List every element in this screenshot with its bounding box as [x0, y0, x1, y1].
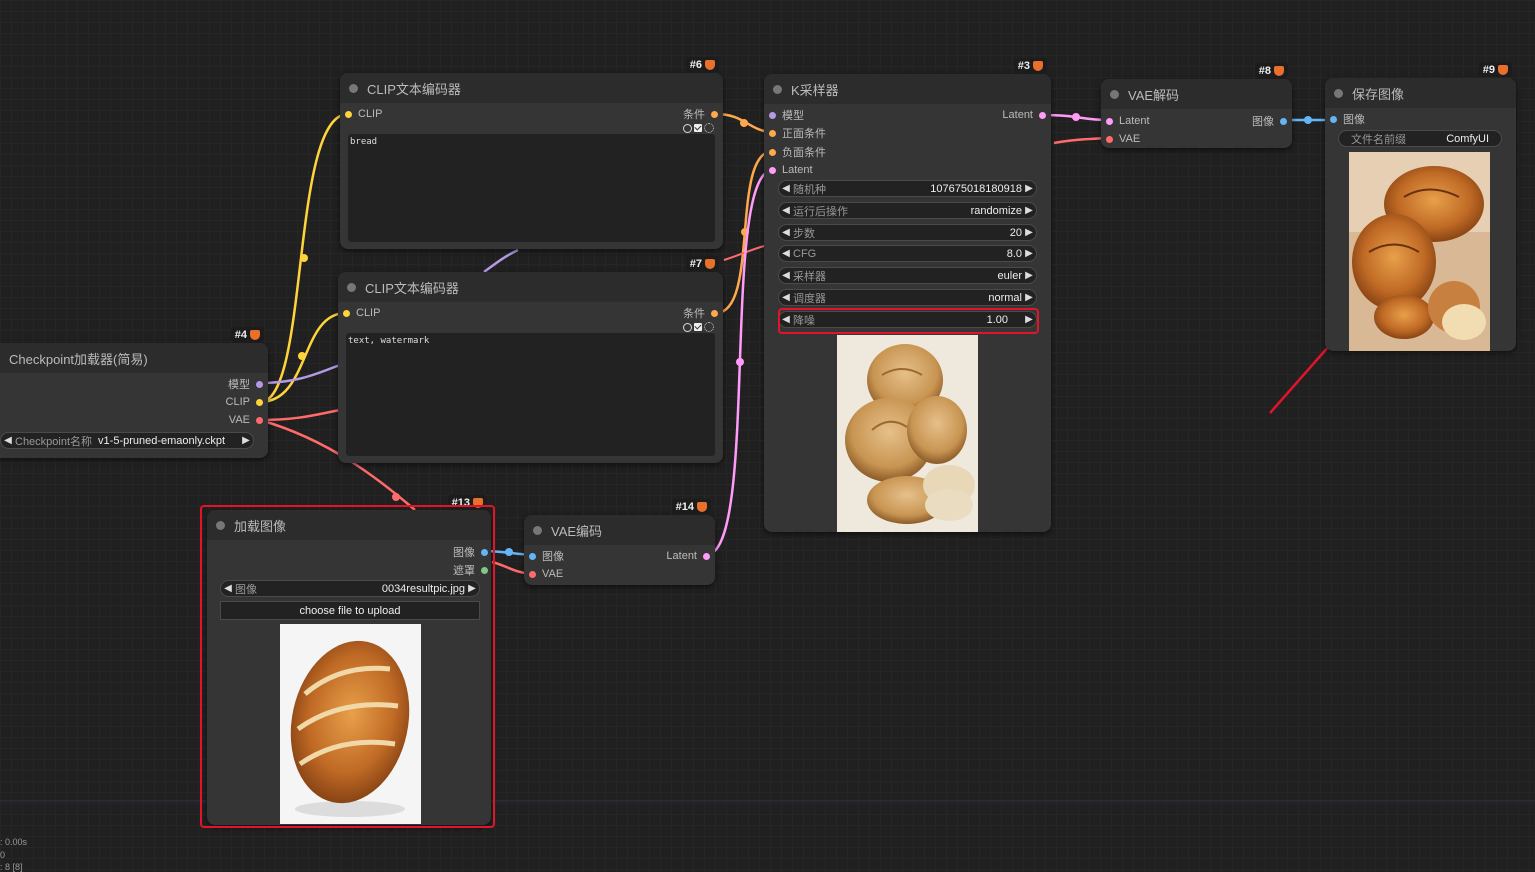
loaded-image-preview	[280, 624, 421, 824]
status-line-1: : 0.00s	[0, 837, 28, 847]
widget-toggles[interactable]	[683, 123, 714, 133]
fox-icon	[705, 59, 715, 70]
output-latent[interactable]: Latent	[1002, 108, 1046, 122]
image-select-combo[interactable]: ◀ 图像 0034resultpic.jpg ▶	[220, 580, 480, 597]
node-title[interactable]: 加载图像	[207, 510, 491, 540]
input-vae[interactable]: VAE	[529, 567, 563, 581]
node-title[interactable]: 保存图像	[1325, 78, 1516, 108]
checkpoint-name-combo[interactable]: ◀ Checkpoint名称 v1-5-pruned-emaonly.ckpt ▶	[0, 432, 254, 449]
output-latent[interactable]: Latent	[666, 549, 710, 563]
input-vae[interactable]: VAE	[1106, 132, 1140, 146]
gear-icon	[704, 123, 714, 133]
node-badge: #4	[230, 327, 264, 342]
vae-decode-node[interactable]: #8 VAE解码 Latent VAE 图像	[1101, 63, 1292, 148]
collapse-dot[interactable]	[216, 520, 225, 530]
collapse-dot[interactable]	[347, 282, 356, 292]
fox-icon	[1274, 65, 1284, 76]
steps-widget[interactable]: ◀ 步数 20 ▶	[778, 224, 1037, 241]
control-after-generate-widget[interactable]: ◀ 运行后操作 randomize ▶	[778, 202, 1037, 219]
filename-prefix-widget[interactable]: 文件名前缀 ComfyUI	[1338, 130, 1502, 147]
output-mask[interactable]: 遮罩	[453, 563, 488, 577]
collapse-dot[interactable]	[1334, 88, 1343, 98]
input-latent[interactable]: Latent	[769, 163, 813, 177]
denoise-widget[interactable]: ◀ 降噪 1.00 ▶	[778, 311, 1037, 328]
ksampler-node[interactable]: #3 K采样器 模型 正面条件 负面条件 Latent Latent ◀ 随机种 1…	[764, 58, 1051, 532]
prompt-textarea[interactable]: text, watermark	[346, 333, 715, 456]
output-image[interactable]: 图像	[1252, 114, 1287, 128]
fox-icon	[1498, 64, 1508, 75]
checkpoint-loader-node[interactable]: #4 Checkpoint加载器(简易) 模型 CLIP VAE ◀ Checkp…	[0, 327, 268, 458]
node-badge: #8	[1254, 63, 1288, 78]
collapse-dot[interactable]	[1110, 89, 1119, 99]
output-image-preview	[1349, 152, 1490, 351]
wire-vae-top	[259, 408, 341, 422]
upload-button[interactable]: choose file to upload	[220, 601, 480, 620]
seed-widget[interactable]: ◀ 随机种 107675018180918 ▶	[778, 180, 1037, 197]
collapse-dot[interactable]	[533, 525, 542, 535]
cfg-widget[interactable]: ◀ CFG 8.0 ▶	[778, 245, 1037, 262]
node-badge: #14	[671, 499, 711, 514]
gear-icon	[704, 322, 714, 332]
status-line-2: 0	[0, 850, 6, 860]
fox-icon	[697, 501, 707, 512]
scheduler-widget[interactable]: ◀ 调度器 normal ▶	[778, 289, 1037, 306]
input-clip[interactable]: CLIP	[343, 306, 380, 320]
input-image[interactable]: 图像	[1330, 112, 1365, 126]
fox-icon	[1033, 60, 1043, 71]
fox-icon	[250, 329, 260, 340]
input-positive[interactable]: 正面条件	[769, 126, 826, 140]
output-clip[interactable]: CLIP	[226, 395, 263, 409]
node-title[interactable]: Checkpoint加载器(简易)	[0, 343, 268, 373]
clip-text-encode-negative-node[interactable]: #7 CLIP文本编码器 CLIP 条件 text, watermark	[338, 256, 723, 463]
node-badge: #7	[685, 256, 719, 271]
output-image[interactable]: 图像	[453, 545, 488, 559]
vae-encode-node[interactable]: #14 VAE编码 图像 VAE Latent	[524, 499, 715, 585]
fox-icon	[473, 497, 483, 508]
input-model[interactable]: 模型	[769, 108, 804, 122]
node-badge: #3	[1013, 58, 1047, 73]
input-image[interactable]: 图像	[529, 549, 564, 563]
output-model[interactable]: 模型	[228, 377, 263, 391]
node-title[interactable]: K采样器	[764, 74, 1051, 104]
node-badge: #13	[447, 495, 487, 510]
output-conditioning[interactable]: 条件	[683, 306, 718, 320]
node-badge: #9	[1478, 62, 1512, 77]
input-latent[interactable]: Latent	[1106, 114, 1150, 128]
input-negative[interactable]: 负面条件	[769, 145, 826, 159]
load-image-node[interactable]: #13 加载图像 图像 遮罩 ◀ 图像 0034resultpic.jpg ▶ cho…	[207, 495, 491, 825]
sampler-widget[interactable]: ◀ 采样器 euler ▶	[778, 267, 1037, 284]
output-conditioning[interactable]: 条件	[683, 107, 718, 121]
prompt-textarea[interactable]: bread	[348, 134, 715, 242]
clip-text-encode-positive-node[interactable]: #6 CLIP文本编码器 CLIP 条件 bread	[340, 57, 723, 249]
widget-toggles[interactable]	[683, 322, 714, 332]
node-title[interactable]: CLIP文本编码器	[338, 272, 723, 302]
preview-image	[837, 335, 978, 532]
collapse-dot[interactable]	[773, 84, 782, 94]
node-title[interactable]: VAE解码	[1101, 79, 1292, 109]
save-image-node[interactable]: #9 保存图像 图像 文件名前缀 ComfyUI	[1325, 62, 1516, 351]
collapse-dot[interactable]	[349, 83, 358, 93]
node-title[interactable]: CLIP文本编码器	[340, 73, 723, 103]
fox-icon	[705, 258, 715, 269]
output-vae[interactable]: VAE	[229, 413, 263, 427]
input-clip[interactable]: CLIP	[345, 107, 382, 121]
node-title[interactable]: VAE编码	[524, 515, 715, 545]
node-badge: #6	[685, 57, 719, 72]
